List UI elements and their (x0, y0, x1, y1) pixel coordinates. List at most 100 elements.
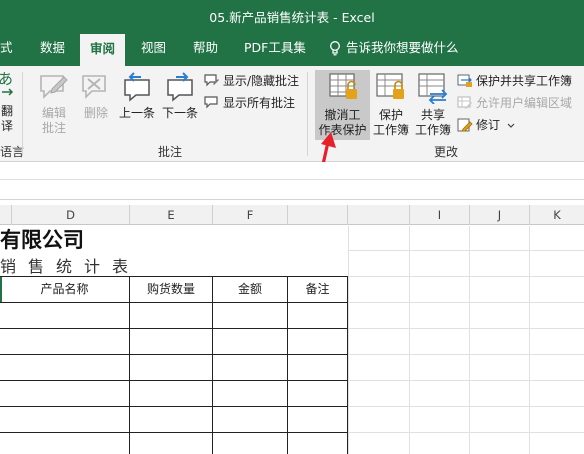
tab-format[interactable]: 式 (0, 30, 13, 66)
table-cell[interactable] (0, 381, 130, 407)
protect-workbook-label-2: 工作簿 (372, 123, 409, 137)
protect-and-share-label: 保护并共享工作簿 (476, 74, 573, 88)
gridline (348, 380, 584, 381)
table-cell[interactable] (288, 433, 348, 454)
delete-comment-label: 删除 (83, 106, 108, 120)
allow-edit-ranges-icon (457, 96, 472, 109)
column-header-k[interactable]: K (530, 205, 584, 225)
table-cell[interactable] (213, 407, 288, 433)
table-cell[interactable] (0, 433, 130, 454)
tell-me-label: 告诉我你想要做什么 (346, 40, 459, 55)
previous-comment-button[interactable]: 上一条 (117, 72, 157, 121)
delete-comment-button[interactable]: 删除 (78, 72, 114, 121)
tab-data[interactable]: 数据 (40, 30, 65, 66)
tab-review[interactable]: 审阅 (80, 34, 126, 66)
table-cell[interactable] (130, 407, 213, 433)
table-cell[interactable] (213, 433, 288, 454)
translate-label-1: 翻 (1, 104, 14, 118)
sheet-title: 有限公司 (0, 227, 84, 252)
formula-bar[interactable] (0, 162, 584, 200)
table-cell[interactable] (288, 381, 348, 407)
column-header-h[interactable] (348, 205, 410, 225)
unprotect-sheet-button[interactable]: 撤消工 作表保护 (315, 72, 370, 138)
table-cell[interactable] (288, 329, 348, 355)
share-workbook-label-2: 工作簿 (414, 123, 451, 137)
share-workbook-label-1: 共享 (420, 108, 445, 122)
chevron-down-icon (507, 123, 515, 128)
table-cell[interactable] (213, 303, 288, 329)
table-cell[interactable] (0, 407, 130, 433)
language-group-label: 语言 (0, 145, 25, 159)
tell-me-box[interactable]: 告诉我你想要做什么 (329, 30, 459, 66)
table-cell[interactable] (0, 355, 130, 381)
table-cell[interactable] (288, 303, 348, 329)
column-header-j[interactable]: J (470, 205, 530, 225)
table-cell[interactable] (288, 407, 348, 433)
column-header-e[interactable]: E (130, 205, 213, 225)
protect-and-share-button[interactable]: 保护并共享工作簿 (457, 72, 572, 90)
comments-group-label: 批注 (158, 145, 183, 159)
column-header-i[interactable]: I (410, 205, 470, 225)
tab-view[interactable]: 视图 (141, 30, 166, 66)
track-changes-label: 修订 (476, 118, 501, 132)
protect-workbook-button[interactable]: 保护 工作簿 (371, 72, 411, 138)
protect-workbook-icon (376, 73, 404, 99)
unprotect-sheet-label-1: 撤消工 (324, 108, 361, 122)
column-header-d[interactable]: D (12, 205, 130, 225)
next-comment-icon (167, 72, 193, 102)
table-header-notes[interactable]: 备注 (288, 277, 348, 303)
table-cell[interactable] (130, 303, 213, 329)
unprotect-sheet-icon (328, 73, 357, 99)
table-cell[interactable] (130, 381, 213, 407)
group-separator (307, 72, 308, 156)
share-workbook-button[interactable]: 共享 工作簿 (413, 72, 453, 138)
group-separator (22, 72, 23, 156)
table-cell[interactable] (213, 381, 288, 407)
table-cell[interactable] (0, 329, 130, 355)
next-comment-label: 下一条 (161, 106, 198, 120)
column-header-c-partial[interactable] (0, 205, 12, 225)
translate-button[interactable]: あ 翻 译 (0, 70, 16, 134)
table-header-amount[interactable]: 金额 (213, 277, 288, 303)
table-header-quantity[interactable]: 购货数量 (130, 277, 213, 303)
table-cell[interactable] (130, 433, 213, 454)
table-cell[interactable] (288, 355, 348, 381)
column-header-g[interactable] (288, 205, 348, 225)
gridline (469, 226, 470, 454)
edit-comment-icon (40, 75, 68, 99)
lightbulb-icon (330, 41, 340, 56)
gridline (529, 226, 530, 454)
edit-comment-label-1: 编辑 (41, 106, 66, 120)
previous-comment-icon (124, 72, 150, 102)
table-header-product[interactable]: 产品名称 (0, 277, 130, 303)
show-all-comments-button[interactable]: 显示所有批注 (204, 94, 295, 112)
table-cell[interactable] (213, 355, 288, 381)
gridline (348, 406, 584, 407)
edit-comment-button[interactable]: 编辑 批注 (34, 72, 74, 136)
show-hide-comment-button[interactable]: 显示/隐藏批注 (204, 72, 299, 90)
table-cell[interactable] (213, 329, 288, 355)
gridline (348, 276, 584, 277)
table-cell[interactable] (0, 303, 130, 329)
table-cell[interactable] (130, 355, 213, 381)
track-changes-button[interactable]: 修订 (457, 116, 515, 134)
ribbon-tabs: 式 数据 审阅 视图 帮助 PDF工具集 告诉我你想要做什么 (0, 30, 584, 66)
show-hide-comment-icon (204, 74, 219, 87)
gridline (348, 432, 584, 433)
column-headers: D E F I J K (0, 205, 584, 225)
share-workbook-icon (418, 73, 448, 105)
ribbon: あ 翻 译 语言 编辑 批注 删除 上一条 下一条 显示/隐藏批注 显示所有批注… (0, 66, 584, 162)
formula-bar-divider (0, 179, 584, 180)
title-bar: 05.新产品销售统计表 - Excel (0, 0, 584, 30)
allow-edit-ranges-button[interactable]: 允许用户编辑区域 (457, 94, 572, 112)
gridline (348, 226, 349, 454)
gridline (348, 328, 584, 329)
table-cell[interactable] (130, 329, 213, 355)
show-all-comments-label: 显示所有批注 (223, 96, 296, 110)
tab-help[interactable]: 帮助 (193, 30, 218, 66)
column-header-f[interactable]: F (213, 205, 288, 225)
tab-pdf-tools[interactable]: PDF工具集 (244, 30, 306, 66)
next-comment-button[interactable]: 下一条 (159, 72, 201, 121)
gridline (409, 226, 410, 454)
sheet-subtitle: 销售统计表 (0, 257, 141, 276)
